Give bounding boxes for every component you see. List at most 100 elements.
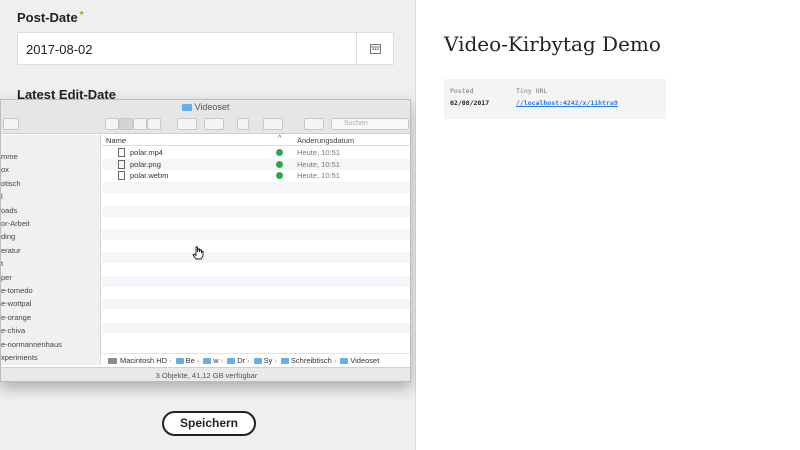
folder-icon <box>253 358 262 364</box>
sidebar-item[interactable]: per <box>1 273 12 282</box>
file-row[interactable]: polar.png Heute, 10:51 <box>102 158 410 170</box>
empty-row <box>102 334 410 345</box>
file-date: Heute, 10:51 <box>297 148 340 157</box>
sidebar-item[interactable]: oads <box>1 206 17 215</box>
path-segment[interactable]: Be <box>186 356 195 365</box>
gear-icon[interactable] <box>204 118 224 130</box>
tiny-url-link[interactable]: //localhost:4242/x/1ihtra9 <box>516 99 618 107</box>
post-date-label: Post-Date * <box>17 10 84 25</box>
path-segment[interactable]: Videoset <box>350 356 379 365</box>
posted-label: Posted <box>450 87 474 95</box>
sidebar-item[interactable]: xperiments <box>1 353 38 362</box>
path-segment[interactable]: Sy <box>264 356 273 365</box>
sidebar-item[interactable]: or-Arbeit <box>1 219 30 228</box>
post-date-value: 2017-08-02 <box>26 42 93 57</box>
share-icon[interactable] <box>237 118 249 130</box>
path-separator-icon: › <box>196 356 200 365</box>
list-view-button[interactable] <box>119 118 133 130</box>
folder-icon <box>175 358 184 364</box>
file-icon <box>118 171 125 181</box>
file-name: polar.png <box>130 159 161 169</box>
tiny-url-label: Tiny URL <box>516 87 548 95</box>
file-date: Heute, 10:51 <box>297 159 340 169</box>
finder-sidebar: mme ox otisch l oads or-Arbeit ding eratur t per e… <box>1 135 101 365</box>
empty-row <box>102 182 410 194</box>
sync-status-icon <box>276 172 283 180</box>
file-date: Heute, 10:51 <box>297 171 340 181</box>
empty-row <box>102 322 410 334</box>
dialog-title: Videoset <box>194 102 230 112</box>
icon-view-button[interactable] <box>105 118 119 130</box>
path-separator-icon: › <box>220 356 224 365</box>
sidebar-item[interactable]: e-tomedo <box>1 286 33 295</box>
file-list-header: Name ^ Änderungsdatum <box>102 135 410 146</box>
tags-button[interactable] <box>263 118 283 130</box>
empty-row <box>102 287 410 298</box>
folder-icon <box>203 358 212 364</box>
column-header-date[interactable]: Änderungsdatum <box>297 136 354 145</box>
sidebar-item[interactable]: e-orange <box>1 313 31 322</box>
file-row[interactable]: polar.mp4 Heute, 10:51 <box>102 147 410 158</box>
folder-icon <box>340 358 349 364</box>
kirby-form-panel: Post-Date * 2017-08-02 Latest Edit-Date V… <box>0 0 416 450</box>
folder-icon <box>227 358 236 364</box>
sort-indicator-icon: ^ <box>278 135 282 142</box>
sidebar-item[interactable]: t <box>1 259 3 268</box>
sync-status-icon <box>276 160 283 168</box>
posted-date: 02/08/2017 <box>450 99 490 107</box>
empty-row <box>102 264 410 275</box>
sidebar-item[interactable]: l <box>1 192 3 201</box>
calendar-button[interactable] <box>356 33 393 64</box>
empty-row <box>102 311 410 322</box>
empty-row <box>102 252 410 264</box>
gallery-view-button[interactable] <box>147 118 161 130</box>
empty-row <box>102 241 410 252</box>
path-segment[interactable]: Schreibtisch <box>291 356 332 365</box>
path-bar: Macintosh HD › Be › w › Dr › Sy › Schreibtisch › Vid… <box>102 353 410 366</box>
group-button[interactable] <box>177 118 197 130</box>
sidebar-item[interactable]: otisch <box>1 179 21 188</box>
sidebar-item[interactable]: e-wottpal <box>1 299 31 308</box>
path-separator-icon: › <box>169 356 172 365</box>
nav-back-forward-button[interactable] <box>3 118 19 130</box>
search-input[interactable]: Suchen <box>331 118 409 130</box>
save-button[interactable]: Speichern <box>162 411 256 436</box>
site-preview: Video-Kirbytag Demo Posted Tiny URL 02/0… <box>416 0 800 450</box>
file-name: polar.webm <box>130 171 169 181</box>
tiny-url-container: //localhost:4242/x/1ihtra9 <box>516 99 618 107</box>
sidebar-item[interactable]: ding <box>1 232 15 241</box>
path-segment[interactable]: Dr <box>237 356 245 365</box>
file-icon <box>118 159 125 169</box>
sidebar-item[interactable]: ox <box>1 165 9 174</box>
required-star-icon: * <box>79 10 84 21</box>
dialog-status-bar: 3 Objekte, 41,12 GB verfügbar <box>1 367 410 381</box>
column-view-button[interactable] <box>133 118 147 130</box>
sidebar-item[interactable]: e-normannenhaus <box>1 340 62 349</box>
file-icon <box>118 148 125 157</box>
path-segment[interactable]: Macintosh HD <box>120 356 167 365</box>
empty-row <box>102 205 410 217</box>
post-date-field[interactable]: 2017-08-02 <box>17 32 394 65</box>
calendar-icon <box>369 44 381 54</box>
disk-icon <box>108 358 117 364</box>
path-separator-icon: › <box>247 356 250 365</box>
folder-icon <box>181 104 192 111</box>
column-header-name[interactable]: Name <box>106 136 126 145</box>
sidebar-item[interactable]: e-chiva <box>1 326 25 335</box>
path-separator-icon: › <box>274 356 277 365</box>
empty-row <box>102 275 410 287</box>
empty-row <box>102 299 410 311</box>
file-list: Name ^ Änderungsdatum polar.mp4 Heute, 10… <box>102 135 410 347</box>
dropbox-icon[interactable] <box>304 118 324 130</box>
post-meta-box: Posted Tiny URL 02/08/2017 //localhost:4… <box>444 79 666 119</box>
dialog-toolbar: Suchen <box>1 114 410 134</box>
file-row[interactable]: polar.webm Heute, 10:51 <box>102 170 410 181</box>
hand-cursor-icon <box>192 246 204 260</box>
path-segment[interactable]: w <box>213 356 218 365</box>
dialog-title-bar: Videoset <box>1 100 410 114</box>
sidebar-item[interactable]: eratur <box>1 246 21 255</box>
empty-row <box>102 194 410 205</box>
sync-status-icon <box>276 149 283 156</box>
file-picker-dialog: Videoset Suchen mme ox otisch l oads or-Arbei… <box>0 99 411 382</box>
sidebar-item[interactable]: mme <box>1 152 18 161</box>
